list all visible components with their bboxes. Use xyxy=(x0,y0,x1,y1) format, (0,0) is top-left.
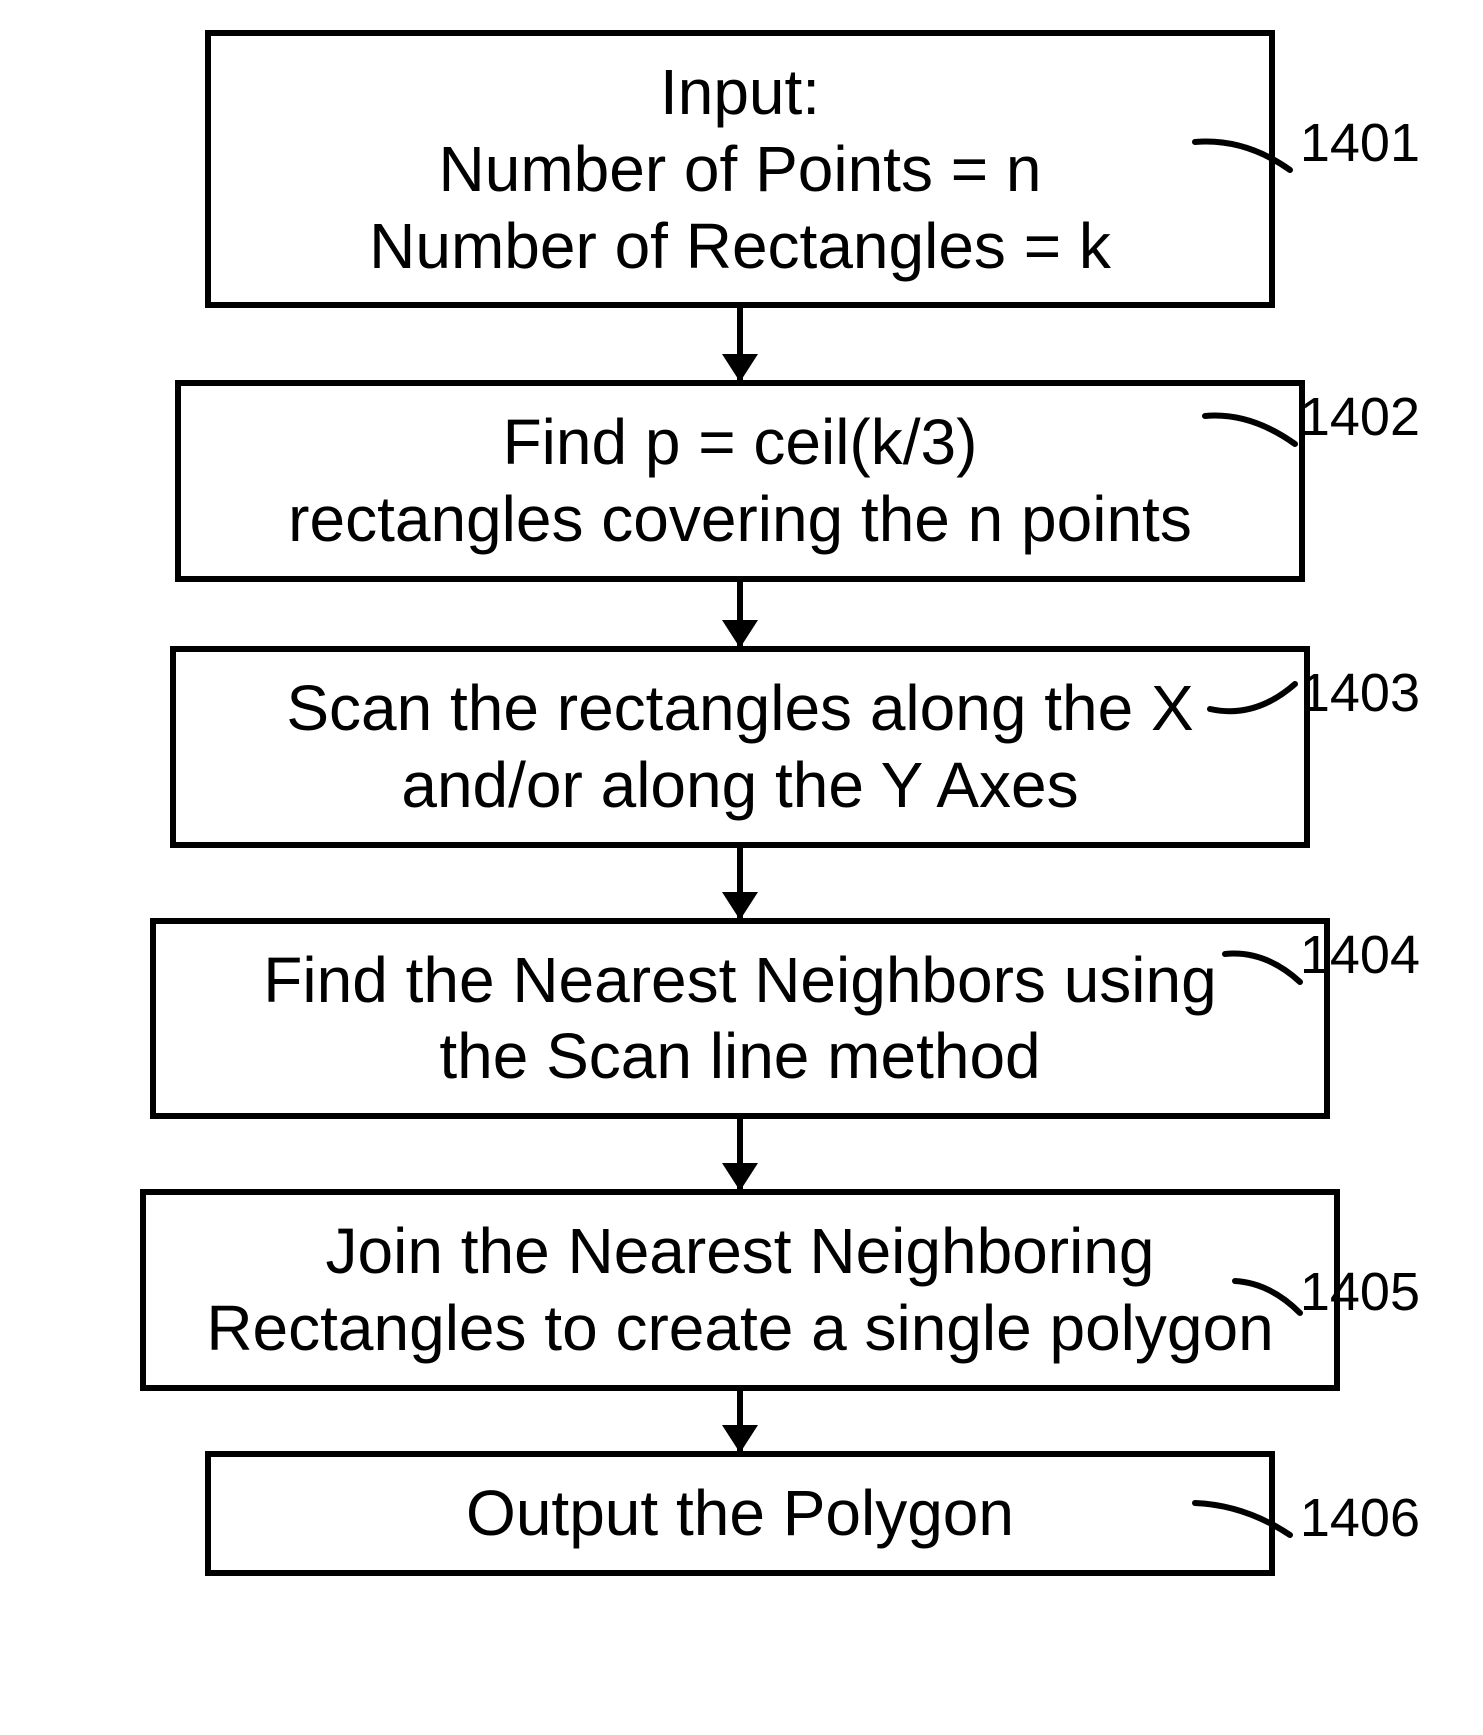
flow-step-3-row: Scan the rectangles along the X and/or a… xyxy=(60,646,1420,848)
callout-curve-icon xyxy=(1200,404,1320,464)
reference-label: 1404 xyxy=(1300,924,1420,986)
flow-step-text: Find the Nearest Neighbors using the Sca… xyxy=(176,942,1304,1096)
flow-step-text: Scan the rectangles along the X and/or a… xyxy=(196,670,1284,824)
flow-step-text: Find p = ceil(k/3) rectangles covering t… xyxy=(201,404,1279,558)
callout-curve-icon xyxy=(1220,942,1330,1002)
flow-step-2-row: Find p = ceil(k/3) rectangles covering t… xyxy=(60,380,1420,582)
text-line: Input: xyxy=(231,54,1249,131)
ref-number: 1401 xyxy=(1300,113,1420,173)
arrow-down-icon xyxy=(737,582,743,646)
reference-label: 1405 xyxy=(1300,1261,1420,1323)
callout-curve-icon xyxy=(1205,674,1325,734)
arrow-down-icon xyxy=(737,1391,743,1451)
text-line: rectangles covering the n points xyxy=(201,481,1279,558)
flow-step-scan: Scan the rectangles along the X and/or a… xyxy=(170,646,1310,848)
text-line: Number of Rectangles = k xyxy=(231,208,1249,285)
reference-label: 1403 xyxy=(1300,662,1420,724)
callout-curve-icon xyxy=(1190,130,1310,190)
flow-step-text: Join the Nearest Neighboring Rectangles … xyxy=(166,1213,1314,1367)
reference-label: 1401 xyxy=(1300,112,1420,174)
text-line: Join the Nearest Neighboring xyxy=(166,1213,1314,1290)
flow-step-nearest-neighbors: Find the Nearest Neighbors using the Sca… xyxy=(150,918,1330,1120)
flow-step-join: Join the Nearest Neighboring Rectangles … xyxy=(140,1189,1340,1391)
reference-label: 1406 xyxy=(1300,1487,1420,1549)
flow-step-input: Input: Number of Points = n Number of Re… xyxy=(205,30,1275,308)
flow-step-output: Output the Polygon xyxy=(205,1451,1275,1576)
arrow-down-icon xyxy=(737,848,743,918)
text-line: Number of Points = n xyxy=(231,131,1249,208)
reference-label: 1402 xyxy=(1300,386,1420,448)
text-line: Find p = ceil(k/3) xyxy=(201,404,1279,481)
arrow-down-icon xyxy=(737,1119,743,1189)
text-line: Output the Polygon xyxy=(231,1475,1249,1552)
flow-step-find-p: Find p = ceil(k/3) rectangles covering t… xyxy=(175,380,1305,582)
text-line: Scan the rectangles along the X xyxy=(196,670,1284,747)
flowchart-container: Input: Number of Points = n Number of Re… xyxy=(60,30,1420,1576)
text-line: Find the Nearest Neighbors using xyxy=(176,942,1304,1019)
flow-step-4-row: Find the Nearest Neighbors using the Sca… xyxy=(60,918,1420,1120)
flow-step-1-row: Input: Number of Points = n Number of Re… xyxy=(60,30,1420,308)
text-line: and/or along the Y Axes xyxy=(196,747,1284,824)
text-line: Rectangles to create a single polygon xyxy=(166,1290,1314,1367)
flow-step-6-row: Output the Polygon 1406 xyxy=(60,1451,1420,1576)
arrow-down-icon xyxy=(737,308,743,380)
flow-step-text: Input: Number of Points = n Number of Re… xyxy=(231,54,1249,284)
ref-number: 1406 xyxy=(1300,1488,1420,1548)
text-line: the Scan line method xyxy=(176,1018,1304,1095)
flow-step-text: Output the Polygon xyxy=(231,1475,1249,1552)
flow-step-5-row: Join the Nearest Neighboring Rectangles … xyxy=(60,1189,1420,1391)
callout-curve-icon xyxy=(1190,1495,1310,1555)
callout-curve-icon xyxy=(1230,1273,1340,1333)
